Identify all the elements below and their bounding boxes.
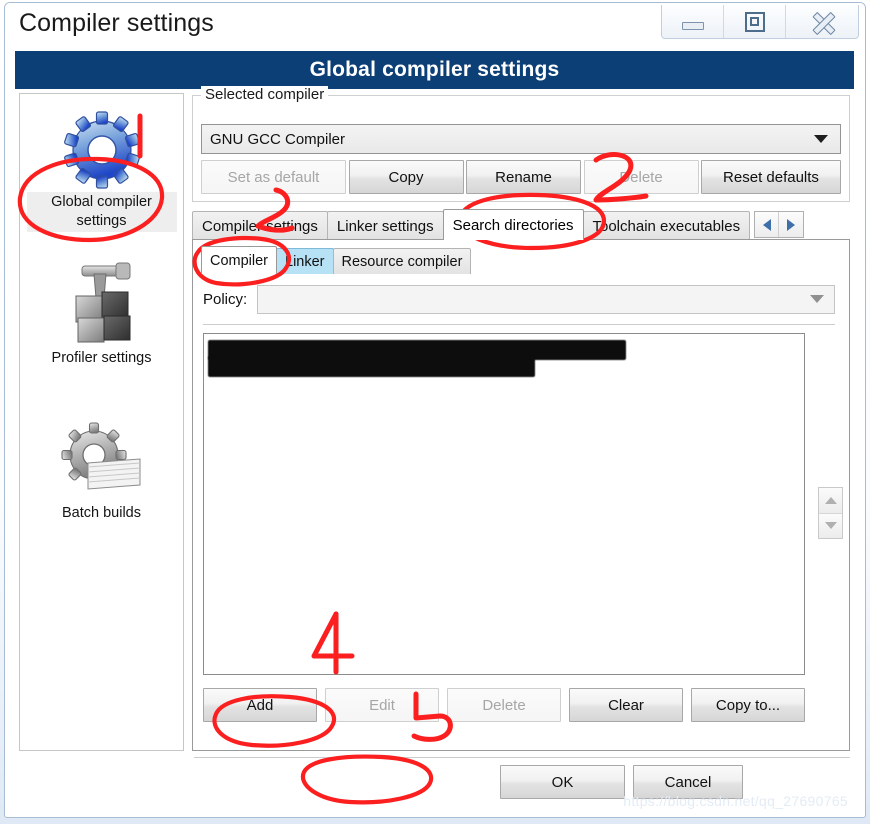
minimize-icon [681, 21, 704, 30]
minimize-button[interactable] [662, 5, 724, 38]
search-directories-panel: Compiler Linker Resource compiler Policy… [192, 239, 850, 751]
rename-button[interactable]: Rename [466, 160, 581, 194]
maximize-button[interactable] [724, 5, 786, 38]
profiler-icon [75, 262, 130, 343]
set-as-default-button[interactable]: Set as default [201, 160, 346, 194]
sidebar-item-batch-builds[interactable]: Batch builds [20, 405, 183, 524]
ok-button[interactable]: OK [500, 765, 625, 799]
subtab-compiler[interactable]: Compiler [201, 246, 278, 274]
blue-gear-icon [63, 111, 140, 189]
tab-search-directories[interactable]: Search directories [442, 209, 584, 240]
directory-list[interactable] [203, 333, 805, 675]
selected-compiler-group-title: Selected compiler [201, 86, 329, 103]
subtab-linker[interactable]: Linker [276, 248, 334, 274]
sidebar-item-label: Global compiler settings [26, 192, 177, 232]
list-item[interactable] [208, 356, 535, 377]
settings-sidebar: Global compiler settings Profiler settin… [19, 93, 184, 751]
watermark: https://blog.csdn.net/qq_27690765 [623, 793, 848, 809]
title-bar: Compiler settings [5, 3, 865, 45]
arrow-down-icon [824, 522, 837, 530]
subtab-resource-compiler[interactable]: Resource compiler [332, 248, 472, 274]
footer-divider [194, 757, 850, 758]
delete-button[interactable]: Delete [447, 688, 561, 722]
copy-button[interactable]: Copy [348, 160, 464, 194]
compiler-select-value: GNU GCC Compiler [210, 130, 346, 148]
move-down-button[interactable] [819, 513, 842, 538]
window-title: Compiler settings [19, 9, 214, 37]
tab-linker-settings[interactable]: Linker settings [326, 211, 444, 240]
tab-scroll-right-button[interactable] [779, 212, 804, 237]
chevron-down-icon [810, 295, 824, 303]
chevron-down-icon [814, 135, 828, 143]
sidebar-item-profiler-settings[interactable]: Profiler settings [20, 250, 183, 369]
tab-toolchain-executables[interactable]: Toolchain executables [582, 211, 751, 240]
delete-compiler-button[interactable]: Delete [583, 160, 699, 194]
policy-label: Policy: [203, 290, 248, 308]
compiler-select[interactable]: GNU GCC Compiler [201, 124, 841, 154]
directory-action-buttons: Add Edit Delete Clear Copy to... [203, 688, 805, 722]
move-up-button[interactable] [819, 488, 842, 514]
reset-defaults-button[interactable]: Reset defaults [701, 160, 841, 194]
sidebar-item-global-compiler-settings[interactable]: Global compiler settings [20, 94, 183, 232]
screenshot-root: Compiler settings Global compiler settin… [0, 0, 870, 824]
page-banner: Global compiler settings [15, 51, 854, 89]
tab-scroll-group [754, 211, 805, 238]
sub-tab-strip: Compiler Linker Resource compiler [201, 246, 472, 274]
sidebar-item-label: Batch builds [62, 505, 141, 521]
close-button[interactable] [786, 5, 858, 38]
edit-button[interactable]: Edit [325, 688, 439, 722]
selected-compiler-group: Selected compiler GNU GCC Compiler Set a… [192, 86, 850, 202]
batch-builds-icon [60, 422, 140, 490]
close-icon [810, 10, 834, 34]
window-frame: Compiler settings Global compiler settin… [4, 2, 866, 818]
copy-to-button[interactable]: Copy to... [691, 688, 805, 722]
chevron-right-icon [787, 218, 796, 231]
divider [203, 324, 835, 325]
policy-row: Policy: [203, 284, 835, 314]
sidebar-item-label: Profiler settings [51, 350, 152, 366]
arrow-up-icon [824, 496, 837, 504]
clear-button[interactable]: Clear [569, 688, 683, 722]
dialog-body: Global compiler settings Profiler settin… [15, 86, 854, 813]
settings-content-pane: Selected compiler GNU GCC Compiler Set a… [190, 86, 854, 813]
maximize-icon [744, 11, 765, 32]
chevron-left-icon [762, 218, 771, 231]
tab-scroll-left-button[interactable] [755, 212, 780, 237]
add-button[interactable]: Add [203, 688, 317, 722]
page-title: Global compiler settings [309, 58, 560, 81]
caption-button-group [661, 5, 859, 39]
dialog-footer: OK Cancel https://blog.csdn.net/qq_27690… [190, 763, 854, 817]
policy-select[interactable] [257, 284, 835, 314]
tab-compiler-settings[interactable]: Compiler settings [192, 211, 328, 240]
reorder-buttons [818, 487, 843, 539]
compiler-action-buttons: Set as default Copy Rename Delete Reset … [201, 160, 841, 194]
main-tab-strip: Compiler settings Linker settings Search… [192, 209, 850, 240]
